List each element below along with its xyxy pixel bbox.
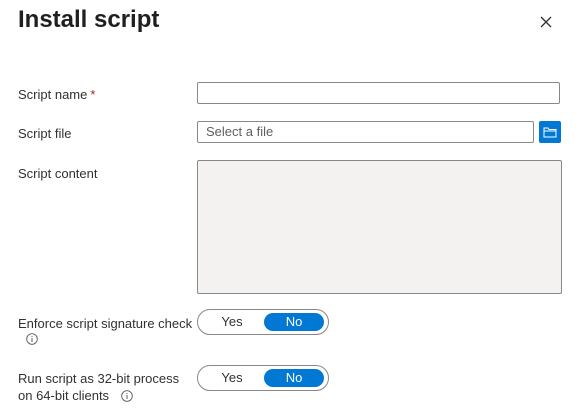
- script-name-label-text: Script name: [18, 87, 88, 102]
- run-32bit-label-line1: Run script as 32-bit process: [18, 371, 180, 386]
- required-marker: *: [90, 87, 96, 102]
- toggle-option-no[interactable]: No: [264, 369, 324, 387]
- toggle-option-yes[interactable]: Yes: [202, 369, 262, 387]
- close-icon: [540, 16, 552, 28]
- script-file-input[interactable]: Select a file: [197, 121, 534, 143]
- run-32bit-label-line2: on 64-bit clients: [18, 388, 133, 404]
- run-32bit-label-line2-text: on 64-bit clients: [18, 388, 110, 403]
- run-32bit-toggle: Yes No: [197, 365, 329, 391]
- toggle-option-no[interactable]: No: [264, 313, 324, 331]
- toggle-option-yes[interactable]: Yes: [202, 313, 262, 331]
- close-button[interactable]: [536, 12, 556, 32]
- script-content-label: Script content: [18, 166, 98, 181]
- script-name-label: Script name *: [18, 87, 95, 103]
- panel-title: Install script: [18, 6, 160, 33]
- info-icon[interactable]: [120, 390, 133, 402]
- script-name-input[interactable]: [197, 82, 560, 104]
- script-content-textarea[interactable]: [197, 160, 562, 294]
- script-file-label: Script file: [18, 126, 72, 141]
- browse-file-button[interactable]: [539, 121, 561, 143]
- info-icon[interactable]: [26, 333, 38, 345]
- enforce-signature-label: Enforce script signature check: [18, 316, 193, 331]
- enforce-signature-toggle: Yes No: [197, 309, 329, 335]
- folder-icon: [543, 127, 557, 138]
